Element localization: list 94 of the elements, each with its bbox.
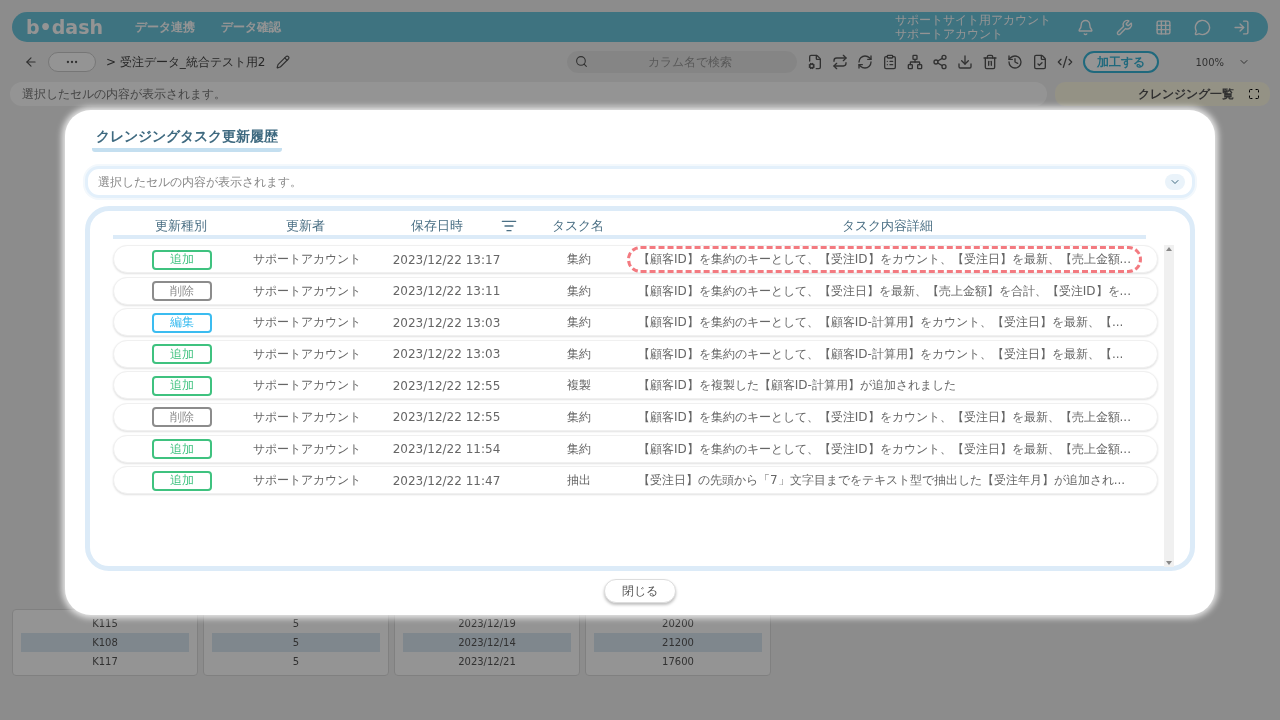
history-row[interactable]: 追加 サポートアカウント 2023/12/22 13:03 集約 【顧客ID】を集約のキーとして、【顧客ID-計算用】をカウント、【受注日】を最新、【...: [113, 339, 1158, 368]
history-row[interactable]: 追加 サポートアカウント 2023/12/22 13:17 集約 【顧客ID】を集約のキーとして、【受注ID】をカウント、【受注日】を最新、【売上金額...: [113, 245, 1158, 273]
cell-info-bar: 選択したセルの内容が表示されます。: [10, 82, 1047, 106]
history-icon[interactable]: [1007, 54, 1024, 70]
expand-icon[interactable]: [1248, 88, 1260, 100]
column-header[interactable]: 保存日時: [410, 217, 463, 235]
history-row[interactable]: 追加 サポートアカウント 2023/12/22 11:54 集約 【顧客ID】を集約のキーとして、【受注ID】をカウント、【受注日】を最新、【売上金額...: [113, 434, 1158, 463]
table-cell: サポートアカウント: [252, 377, 361, 395]
type-tag: 追加: [151, 470, 212, 491]
table-cell: サポートアカウント: [252, 345, 361, 363]
zoom-select[interactable]: 100%: [1189, 55, 1256, 69]
table-cell: 2023/12/22 11:47: [392, 473, 501, 488]
table-cell: 2023/12/22 13:03: [392, 315, 501, 330]
table-cell-text: 【顧客ID】を集約のキーとして、【受注ID】をカウント、【受注日】を最新、【売上金額...: [637, 408, 1132, 426]
type-tag: 追加: [151, 375, 212, 396]
table-cell: サポートアカウント: [252, 314, 361, 332]
cell-preview-field[interactable]: 選択したセルの内容が表示されます。: [85, 166, 1195, 198]
type-tag: 編集: [151, 312, 212, 333]
table-cell-text: 20200: [661, 617, 695, 631]
table-cell-text: 2023/12/21: [457, 655, 517, 669]
table-cell-text: 17600: [661, 655, 695, 669]
repeat-icon[interactable]: [832, 54, 849, 70]
history-row[interactable]: 追加 サポートアカウント 2023/12/22 12:55 複製 【顧客ID】を複製した【顧客ID-計算用】が追加されました: [113, 371, 1158, 400]
history-row[interactable]: 削除 サポートアカウント 2023/12/22 13:11 集約 【顧客ID】を集約のキーとして、【受注日】を最新、【売上金額】を合計、【受注ID】を...: [113, 276, 1158, 305]
type-tag: 削除: [151, 281, 212, 302]
close-button[interactable]: 閉じる: [604, 579, 676, 603]
account-name: サポートアカウント: [895, 27, 1004, 41]
table-cell: 集約: [567, 345, 591, 363]
table-cell-text: 【顧客ID】を集約のキーとして、【受注日】を最新、【売上金額】を合計、【受注ID】を...: [637, 282, 1132, 300]
table-cell-text: 【顧客ID】を集約のキーとして、【顧客ID-計算用】をカウント、【受注日】を最新、【...: [637, 314, 1125, 332]
type-tag: 追加: [151, 344, 212, 365]
table-cell-text: 5: [291, 655, 301, 669]
trash-icon[interactable]: [982, 54, 999, 70]
column-header[interactable]: 更新者: [286, 217, 325, 235]
table-cell-text: 5: [291, 617, 301, 631]
table-cell-text: 【受注日】の先頭から「7」文字目までをテキスト型で抽出した【受注年月】が追加され...: [637, 472, 1127, 490]
table-cell: 集約: [567, 408, 591, 426]
history-row[interactable]: 編集 サポートアカウント 2023/12/22 13:03 集約 【顧客ID】を集約のキーとして、【顧客ID-計算用】をカウント、【受注日】を最新、【...: [113, 308, 1158, 337]
table-cell-text: K117: [91, 655, 119, 669]
table-cell: 抽出: [567, 472, 591, 490]
table-cell: 2023/12/22 12:55: [392, 378, 501, 393]
table-cell: 集約: [567, 282, 591, 300]
column-header[interactable]: 更新種別: [154, 217, 207, 235]
type-tag: 追加: [151, 249, 212, 270]
breadcrumb: > 受注データ_統合テスト用2: [106, 53, 266, 71]
account-name: サポートサイト用アカウント: [895, 13, 1051, 27]
table-cell: 2023/12/22 12:55: [392, 410, 501, 425]
table-cell-text: 2023/12/19: [457, 617, 517, 631]
network-icon[interactable]: [907, 54, 924, 70]
history-row[interactable]: 追加 サポートアカウント 2023/12/22 11:47 抽出 【受注日】の先頭から「7」文字目までをテキスト型で抽出した【受注年月】が追加され...: [113, 466, 1158, 495]
filter-icon[interactable]: [500, 218, 517, 234]
dialog-title: クレンジングタスク更新履歴: [92, 128, 282, 152]
table-cell: 集約: [567, 251, 591, 268]
table-cell: サポートアカウント: [252, 472, 361, 490]
column-header[interactable]: タスク内容詳細: [841, 217, 933, 235]
table-cell-text: 【顧客ID】を複製した【顧客ID-計算用】が追加されました: [637, 377, 957, 395]
column-header[interactable]: タスク名: [552, 217, 604, 235]
scroll-up-icon[interactable]: [1165, 245, 1173, 253]
type-tag: 削除: [151, 407, 212, 428]
scroll-down-icon[interactable]: [1165, 559, 1173, 567]
scrollbar[interactable]: [1164, 245, 1174, 567]
file-check-icon[interactable]: [1032, 54, 1049, 70]
share-icon[interactable]: [932, 54, 949, 70]
table-cell: サポートアカウント: [252, 282, 361, 300]
table-cell: 2023/12/22 13:03: [392, 347, 501, 362]
pencil-icon[interactable]: [275, 55, 290, 69]
table-cell-text: K115: [91, 617, 119, 631]
table-cell: 2023/12/22 13:17: [392, 252, 501, 267]
back-icon[interactable]: [24, 55, 38, 69]
table-cell: K108: [21, 633, 189, 652]
clipboard-icon[interactable]: [882, 54, 899, 70]
table-cell: サポートアカウント: [252, 440, 361, 458]
table-cell: 集約: [567, 440, 591, 458]
table-cell-text: 【顧客ID】を集約のキーとして、【顧客ID-計算用】をカウント、【受注日】を最新、【...: [637, 345, 1125, 363]
file-gear-icon[interactable]: [807, 54, 824, 70]
download-icon[interactable]: [957, 54, 974, 70]
table-cell: 2023/12/22 13:11: [392, 284, 501, 299]
table-cell: サポートアカウント: [252, 408, 361, 426]
table-cell: 2023/12/22 11:54: [392, 442, 501, 457]
type-tag: 追加: [151, 439, 212, 460]
table-cell: 5: [212, 633, 380, 652]
table-cell: 21200: [594, 633, 762, 652]
expand-button[interactable]: [1165, 174, 1185, 190]
history-row[interactable]: 削除 サポートアカウント 2023/12/22 12:55 集約 【顧客ID】を集約のキーとして、【受注ID】をカウント、【受注日】を最新、【売上金額...: [113, 402, 1158, 431]
refresh-icon[interactable]: [857, 54, 874, 70]
table-cell: 集約: [567, 314, 591, 332]
search-icon: [575, 55, 589, 68]
table-cell: 複製: [567, 377, 591, 395]
code-icon[interactable]: [1057, 54, 1074, 70]
table-cell: 2023/12/14: [403, 633, 571, 652]
table-cell: 【顧客ID】を集約のキーとして、【受注ID】をカウント、【受注日】を最新、【売上金額...: [627, 246, 1142, 273]
table-cell-text: 【顧客ID】を集約のキーとして、【受注ID】をカウント、【受注日】を最新、【売上金額...: [637, 440, 1132, 458]
table-cell: サポートアカウント: [252, 251, 361, 268]
panel-title: クレンジング一覧: [1138, 85, 1234, 103]
